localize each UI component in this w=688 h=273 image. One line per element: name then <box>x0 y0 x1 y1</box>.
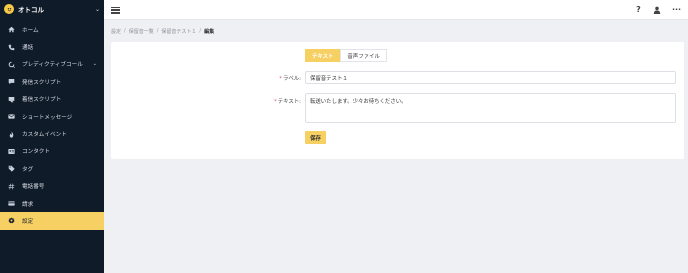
sidebar-item-label: 通話 <box>22 45 34 52</box>
top-bar: ? ··· <box>104 0 688 20</box>
sidebar-item-label: タグ <box>22 166 34 173</box>
help-icon[interactable]: ? <box>633 4 644 15</box>
breadcrumb: 設定 / 保留音一覧 / 保留音テスト１ / 編集 <box>111 28 214 35</box>
label-field-label: *ラベル: <box>261 74 301 82</box>
user-icon[interactable] <box>651 4 662 15</box>
label-input[interactable]: 保留音テスト１ <box>305 71 676 84</box>
hamburger-menu-icon[interactable] <box>111 5 120 14</box>
predictive-call-icon <box>7 60 16 69</box>
sidebar-item-phone-number[interactable]: 電話番号 <box>0 178 104 195</box>
home-icon <box>7 25 16 34</box>
text-field-label-text: テキスト: <box>277 99 301 105</box>
tag-icon <box>7 164 16 173</box>
sidebar-item-home[interactable]: ホーム <box>0 21 104 38</box>
outgoing-script-icon <box>7 77 16 86</box>
label-field-label-text: ラベル: <box>283 76 301 82</box>
sidebar-item-outgoing-script[interactable]: 発信スクリプト <box>0 73 104 90</box>
required-mark: * <box>279 76 282 82</box>
more-options-icon[interactable]: ··· <box>671 4 682 15</box>
brand-header[interactable]: オトコル ⌄ <box>0 0 104 18</box>
sidebar-item-contact[interactable]: コンタクト <box>0 143 104 160</box>
sidebar-item-settings[interactable]: 設定 <box>0 212 104 230</box>
tab-audio-file[interactable]: 音声ファイル <box>340 49 387 62</box>
brand-logo-icon <box>4 4 14 14</box>
breadcrumb-item-hold-music-list[interactable]: 保留音一覧 <box>129 28 154 35</box>
sidebar-item-label: プレディクティブコール <box>22 62 83 69</box>
hash-icon <box>7 182 16 191</box>
credit-card-icon <box>7 199 16 208</box>
sidebar-item-calls[interactable]: 通話 <box>0 38 104 55</box>
sidebar-item-label: 電話番号 <box>22 184 45 191</box>
sidebar-item-incoming-script[interactable]: 着信スクリプト <box>0 91 104 108</box>
brand-name: オトコル <box>18 6 44 14</box>
sidebar-item-label: ホーム <box>22 27 39 34</box>
tab-text[interactable]: テキスト <box>305 49 341 62</box>
required-mark: * <box>274 99 277 105</box>
sidebar: オトコル ⌄ ホーム 通話 プレディクティブコール ⌄ 発信スクリプト 着信スク… <box>0 0 104 273</box>
sidebar-item-label: ショートメッセージ <box>22 114 73 121</box>
phone-icon <box>7 43 16 52</box>
chevron-down-icon[interactable]: ⌄ <box>93 61 97 67</box>
chevron-down-icon[interactable]: ⌄ <box>95 6 100 13</box>
incoming-script-icon <box>7 95 16 104</box>
text-field-label: *テキスト: <box>261 97 301 105</box>
sidebar-item-custom-event[interactable]: カスタムイベント <box>0 125 104 142</box>
flame-icon <box>7 130 16 139</box>
sidebar-item-short-message[interactable]: ショートメッセージ <box>0 108 104 125</box>
text-textarea[interactable]: 転送いたします。少々お待ちください。 <box>305 93 676 123</box>
edit-form-card: テキスト 音声ファイル *ラベル: 保留音テスト１ *テキスト: 転送いたします… <box>111 42 684 159</box>
breadcrumb-current: 編集 <box>204 29 215 35</box>
sidebar-item-tag[interactable]: タグ <box>0 160 104 177</box>
breadcrumb-item-settings[interactable]: 設定 <box>111 28 121 35</box>
sidebar-item-label: 設定 <box>22 218 34 225</box>
breadcrumb-separator: / <box>156 28 159 34</box>
gear-icon <box>7 216 16 225</box>
sidebar-item-label: カスタムイベント <box>22 132 67 139</box>
sidebar-item-billing[interactable]: 請求 <box>0 195 104 212</box>
breadcrumb-item-hold-music[interactable]: 保留音テスト１ <box>161 28 196 35</box>
breadcrumb-separator: / <box>199 28 202 34</box>
sidebar-item-label: 着信スクリプト <box>22 97 62 104</box>
sidebar-item-predictive-call[interactable]: プレディクティブコール ⌄ <box>0 56 104 73</box>
breadcrumb-separator: / <box>124 28 126 34</box>
sidebar-item-label: 請求 <box>22 201 34 208</box>
contact-card-icon <box>7 147 16 156</box>
save-button[interactable]: 保存 <box>305 131 326 144</box>
sidebar-item-label: 発信スクリプト <box>22 79 62 86</box>
sidebar-item-label: コンタクト <box>22 149 50 156</box>
source-tabs: テキスト 音声ファイル <box>305 49 387 62</box>
sms-icon <box>7 112 16 121</box>
